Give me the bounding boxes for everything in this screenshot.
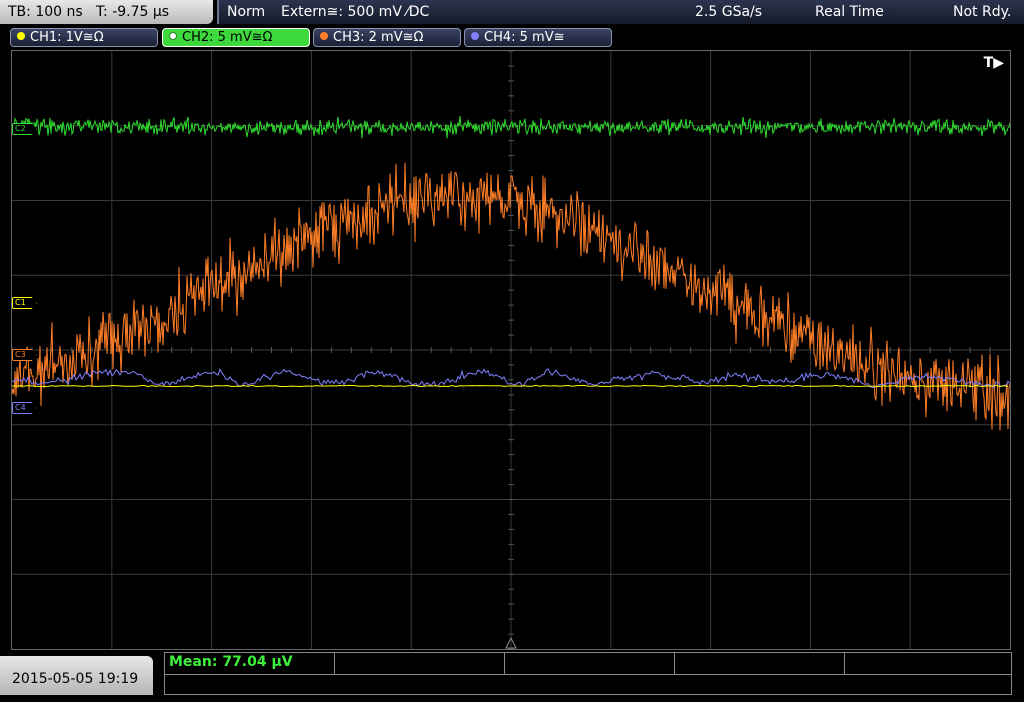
ch3-offset-marker[interactable]: C3 <box>12 349 37 361</box>
trigger-time-label: T: -9.75 µs <box>96 4 170 20</box>
date-time-box: 2015-05-05 19:19 <box>0 656 153 695</box>
waveform-display[interactable]: T▶ C2 C1 C3 C4 <box>11 50 1011 650</box>
ch1-offset-marker[interactable]: C1 <box>12 297 37 309</box>
ch4-label: CH4: 5 mV≅ <box>484 30 565 45</box>
ch2-dot-icon <box>169 32 177 40</box>
ch2-offset-marker[interactable]: C2 <box>12 123 37 135</box>
run-state: Not Rdy. <box>953 4 1012 20</box>
ch4-offset-marker[interactable]: C4 <box>12 402 37 414</box>
timebase-box[interactable]: TB: 100 ns T: -9.75 µs <box>0 0 213 24</box>
channel-button-ch4[interactable]: CH4: 5 mV≅ <box>464 28 612 47</box>
trigger-position-marker[interactable]: T▶ <box>984 55 1004 71</box>
channel-button-ch1[interactable]: CH1: 1V≅Ω <box>10 28 158 47</box>
sample-rate: 2.5 GSa/s <box>695 4 763 20</box>
measurement-table: Mean: 77.04 µV <box>164 652 1012 695</box>
mean-measurement: Mean: 77.04 µV <box>169 654 293 670</box>
ch4-dot-icon <box>471 32 479 40</box>
ch1-label: CH1: 1V≅Ω <box>30 30 104 45</box>
ch2-label: CH2: 5 mV≅Ω <box>182 30 273 45</box>
ch3-dot-icon <box>320 32 328 40</box>
ch1-dot-icon <box>17 32 25 40</box>
top-bar: TB: 100 ns T: -9.75 µs Norm Extern≅: 500… <box>0 0 1024 26</box>
measurement-cell[interactable] <box>335 653 505 674</box>
waveform-canvas[interactable] <box>12 51 1010 649</box>
measurement-row-divider <box>165 674 1011 675</box>
channel-bar: CH1: 1V≅Ω CH2: 5 mV≅Ω CH3: 2 mV≅Ω CH4: 5… <box>0 26 1024 48</box>
trigger-mode[interactable]: Norm <box>227 0 265 24</box>
trigger-source[interactable]: Extern≅: 500 mV ⁄DC <box>281 0 429 24</box>
acquisition-mode: Real Time <box>815 4 884 20</box>
channel-button-ch3[interactable]: CH3: 2 mV≅Ω <box>313 28 461 47</box>
ch3-label: CH3: 2 mV≅Ω <box>333 30 424 45</box>
ch1-waveform <box>12 384 1009 388</box>
measurement-cell[interactable] <box>675 653 845 674</box>
status-bar[interactable]: Norm Extern≅: 500 mV ⁄DC 2.5 GSa/s Real … <box>217 0 1024 24</box>
bottom-bar: 2015-05-05 19:19 Mean: 77.04 µV <box>0 652 1024 695</box>
timebase-label: TB: 100 ns <box>8 4 83 20</box>
channel-button-ch2[interactable]: CH2: 5 mV≅Ω <box>162 28 310 47</box>
measurement-cell[interactable] <box>505 653 675 674</box>
